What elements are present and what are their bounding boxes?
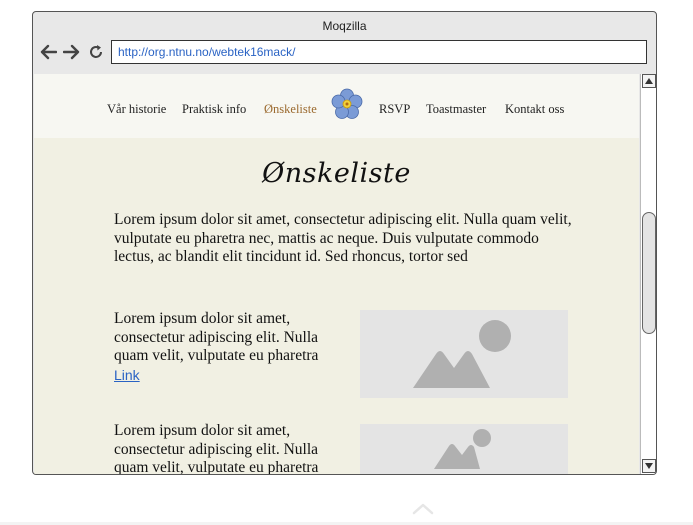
nav-link-kontakt-oss[interactable]: Kontakt oss — [505, 102, 564, 117]
chevron-up-icon[interactable] — [411, 500, 435, 516]
image-placeholder — [360, 310, 568, 398]
nav-link-onskeliste[interactable]: Ønskeliste — [264, 102, 317, 117]
wish-item-link[interactable]: Link — [114, 367, 140, 383]
nav-link-rsvp[interactable]: RSVP — [379, 102, 410, 117]
browser-toolbar: http://org.ntnu.no/webtek16mack/ — [33, 40, 656, 70]
wish-item-text: Lorem ipsum dolor sit amet, consectetur … — [114, 310, 346, 385]
wish-item-text: Lorem ipsum dolor sit amet, consectetur … — [114, 422, 319, 475]
image-icon — [434, 429, 491, 469]
page-title: Ønskeliste — [262, 158, 411, 189]
intro-paragraph: Lorem ipsum dolor sit amet, consectetur … — [114, 211, 572, 265]
window-title: Moqzilla — [322, 19, 367, 33]
scroll-up-icon[interactable] — [642, 74, 656, 88]
url-input[interactable]: http://org.ntnu.no/webtek16mack/ — [111, 40, 647, 64]
scrollbar-thumb[interactable] — [642, 212, 656, 334]
forward-arrow-icon[interactable] — [62, 42, 82, 62]
image-placeholder — [360, 424, 568, 474]
image-icon — [413, 320, 511, 388]
back-arrow-icon[interactable] — [38, 42, 58, 62]
nav-link-var-historie[interactable]: Vår historie — [107, 102, 166, 117]
nav-link-toastmaster[interactable]: Toastmaster — [426, 102, 486, 117]
nav-link-praktisk-info[interactable]: Praktisk info — [182, 102, 246, 117]
site-nav: Vår historie Praktisk info Ønskeliste RS… — [34, 74, 639, 138]
scroll-down-icon[interactable] — [642, 459, 656, 473]
browser-window: Moqzilla http://org.ntnu.no/webtek16mack… — [32, 11, 657, 475]
forget-me-not-flower-icon — [331, 88, 363, 120]
page-viewport: Vår historie Praktisk info Ønskeliste RS… — [34, 74, 639, 475]
vertical-scrollbar[interactable] — [640, 74, 656, 474]
reload-icon[interactable] — [86, 42, 106, 62]
wish-item-description: Lorem ipsum dolor sit amet, consectetur … — [114, 310, 319, 364]
